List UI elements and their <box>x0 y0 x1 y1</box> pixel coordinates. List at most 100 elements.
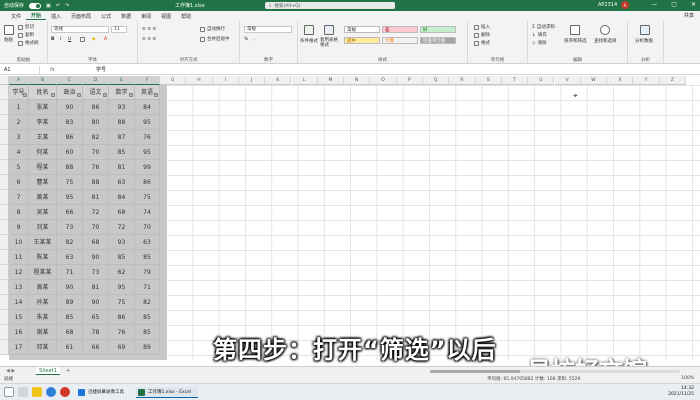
tab-view[interactable]: 视图 <box>156 13 176 20</box>
table-cell[interactable]: 陈某 <box>29 250 57 265</box>
table-cell[interactable]: 90 <box>57 100 83 115</box>
table-cell[interactable]: 76 <box>135 130 160 145</box>
fill-button[interactable]: ↓ 填充 <box>532 32 547 39</box>
table-cell[interactable]: 62 <box>109 265 135 280</box>
table-cell[interactable]: 69 <box>109 340 135 355</box>
save-icon[interactable]: ▣ <box>46 3 51 9</box>
paste-button[interactable]: 粘贴 <box>4 37 13 43</box>
column-header-o[interactable]: O <box>370 76 397 85</box>
column-header-g[interactable]: G <box>160 76 187 85</box>
table-cell[interactable]: 65 <box>83 310 109 325</box>
row-header[interactable] <box>0 340 9 355</box>
column-header-p[interactable]: P <box>396 76 423 85</box>
column-header-a[interactable]: A <box>9 76 29 85</box>
tab-help[interactable]: 帮助 <box>176 13 196 20</box>
row-header[interactable] <box>0 295 9 310</box>
table-cell[interactable]: 61 <box>57 340 83 355</box>
search-box[interactable]: ⌕ 搜索(Alt+Q) <box>265 2 395 9</box>
table-cell[interactable]: 88 <box>109 115 135 130</box>
row-header[interactable] <box>0 130 9 145</box>
tab-formulas[interactable]: 公式 <box>96 13 116 20</box>
column-header-q[interactable]: Q <box>423 76 450 85</box>
table-cell[interactable]: 75 <box>109 295 135 310</box>
sort-filter-button[interactable]: 排序和筛选 <box>564 38 587 44</box>
table-cell[interactable]: 1 <box>9 100 29 115</box>
row-header[interactable] <box>0 115 9 130</box>
table-cell[interactable]: 王某某 <box>29 235 57 250</box>
row-header[interactable] <box>0 250 9 265</box>
paste-icon[interactable] <box>4 25 14 35</box>
table-cell[interactable]: 89 <box>135 340 160 355</box>
conditional-format-button[interactable]: 条件格式 <box>300 38 318 44</box>
tab-home[interactable]: 开始 <box>26 12 47 20</box>
sheet-nav-arrows[interactable]: ◀ ▶ <box>6 367 15 375</box>
filter-dropdown-icon[interactable]: ▾ <box>103 93 107 97</box>
fx-icon[interactable]: fx <box>50 66 55 74</box>
search-taskbar-icon[interactable] <box>18 387 28 397</box>
table-cell[interactable]: 72 <box>83 205 109 220</box>
table-cell[interactable]: 81 <box>109 160 135 175</box>
redo-icon[interactable]: ↷ <box>65 3 69 9</box>
tab-insert[interactable]: 插入 <box>46 13 66 20</box>
row-header[interactable] <box>0 100 9 115</box>
table-cell[interactable]: 85 <box>57 310 83 325</box>
start-icon[interactable] <box>4 387 14 397</box>
percent-button[interactable]: % <box>244 36 248 42</box>
table-cell[interactable]: 70 <box>135 220 160 235</box>
table-cell[interactable]: 83 <box>57 115 83 130</box>
table-cell[interactable]: 88 <box>57 160 83 175</box>
table-cell[interactable]: 99 <box>135 160 160 175</box>
table-header-cell[interactable]: 数学 ▾ <box>109 85 135 100</box>
table-cell[interactable]: 60 <box>57 145 83 160</box>
autosum-button[interactable]: Σ 自动求和 <box>532 24 555 31</box>
taskbar-app-excel[interactable]: 工作簿1.xlsx - Excel <box>136 387 198 398</box>
row-header[interactable] <box>0 265 9 280</box>
tab-review[interactable]: 审阅 <box>136 13 156 20</box>
table-cell[interactable]: 85 <box>109 145 135 160</box>
table-cell[interactable]: 71 <box>57 265 83 280</box>
table-cell[interactable]: 90 <box>83 250 109 265</box>
table-header-cell[interactable]: 政治 ▾ <box>57 85 83 100</box>
column-header-d[interactable]: D <box>83 76 109 85</box>
table-cell[interactable]: 程某某 <box>29 265 57 280</box>
table-cell[interactable]: 68 <box>109 205 135 220</box>
select-all-corner[interactable] <box>0 76 9 85</box>
column-header-k[interactable]: K <box>265 76 292 85</box>
wrap-text-button[interactable]: 自动换行 <box>200 26 225 32</box>
align-top-icon[interactable]: ≡ ≡ ≡ <box>142 26 156 32</box>
column-header-e[interactable]: E <box>109 76 135 85</box>
filter-dropdown-icon[interactable]: ▾ <box>51 93 55 97</box>
table-header-cell[interactable]: 姓名 ▾ <box>29 85 57 100</box>
table-cell[interactable]: 63 <box>109 175 135 190</box>
table-cell[interactable]: 17 <box>9 340 29 355</box>
column-header-z[interactable]: Z <box>659 76 686 85</box>
table-cell[interactable]: 70 <box>83 145 109 160</box>
table-cell[interactable]: 66 <box>57 205 83 220</box>
filter-dropdown-icon[interactable]: ▾ <box>77 93 81 97</box>
tab-file[interactable]: 文件 <box>6 13 26 20</box>
table-cell[interactable]: 13 <box>9 280 29 295</box>
row-header[interactable] <box>0 325 9 340</box>
table-cell[interactable]: 72 <box>109 220 135 235</box>
table-cell[interactable]: 6 <box>9 175 29 190</box>
share-button[interactable]: 共享 <box>684 12 694 19</box>
filter-dropdown-icon[interactable]: ▾ <box>129 93 133 97</box>
cut-button[interactable]: 剪切 <box>18 24 34 30</box>
table-cell[interactable]: 曹某 <box>29 175 57 190</box>
table-cell[interactable]: 张某 <box>29 100 57 115</box>
align-left-icon[interactable]: ≡ ≡ ≡ <box>142 36 156 42</box>
table-cell[interactable]: 75 <box>135 190 160 205</box>
table-cell[interactable]: 85 <box>109 250 135 265</box>
font-name-select[interactable]: 等线 <box>51 26 109 33</box>
format-cells-button[interactable]: 格式 <box>474 40 490 46</box>
find-select-button[interactable]: 查找和选择 <box>594 38 617 44</box>
table-cell[interactable]: 12 <box>9 265 29 280</box>
copy-button[interactable]: 复制 <box>18 32 34 38</box>
close-button[interactable]: ✕ <box>691 1 696 8</box>
analyze-data-icon[interactable] <box>640 25 650 35</box>
style-check-cell[interactable]: 检查单元格 <box>420 37 456 44</box>
font-color-icon[interactable]: A <box>104 36 107 42</box>
table-cell[interactable]: 87 <box>109 130 135 145</box>
maximize-button[interactable]: ▢ <box>671 1 677 8</box>
formula-input[interactable]: 学号 <box>96 66 106 74</box>
